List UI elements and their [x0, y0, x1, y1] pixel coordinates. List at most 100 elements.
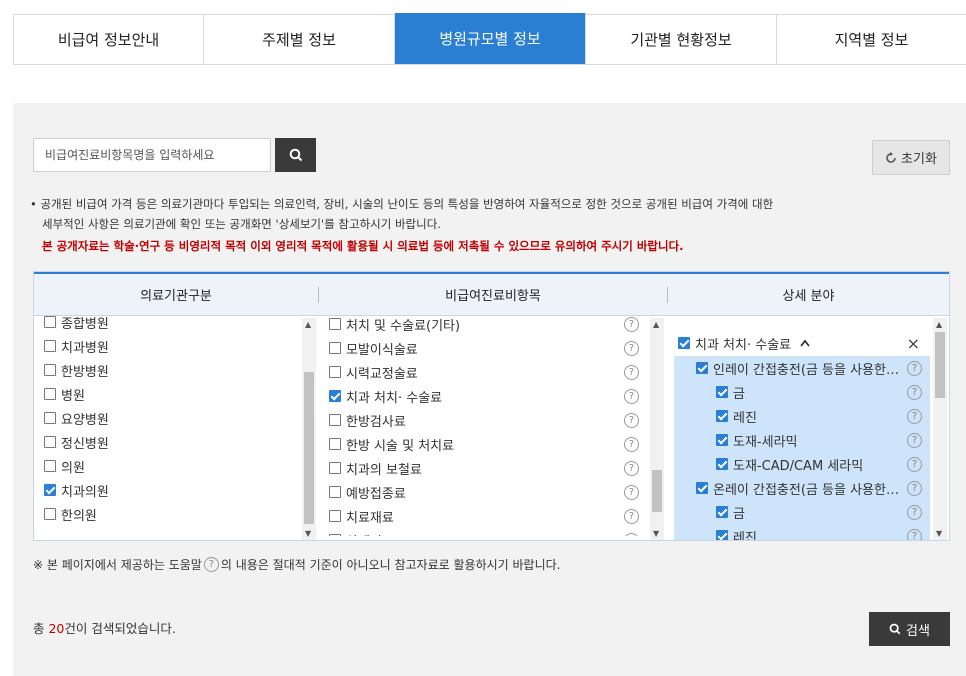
institution-item[interactable]: 요양병원: [44, 406, 299, 430]
institution-scrollbar[interactable]: ▲ ▼: [302, 318, 316, 540]
item-scrollbar[interactable]: ▲ ▼: [650, 318, 664, 540]
detail-row-main[interactable]: 온레이 간접충전(금 등을 사용한…: [696, 479, 899, 498]
nonpay-item[interactable]: 모발이식술료?: [329, 336, 639, 360]
checkbox[interactable]: [329, 414, 341, 426]
detail-row[interactable]: 레진?: [674, 404, 930, 428]
nonpay-item-main[interactable]: 치과 처치· 수술료: [329, 387, 442, 406]
tab-by-hospital-size[interactable]: 병원규모별 정보: [395, 13, 586, 64]
scroll-up-icon[interactable]: ▲: [305, 320, 311, 329]
scroll-down-icon[interactable]: ▼: [653, 529, 659, 538]
help-icon[interactable]: ?: [624, 340, 639, 356]
nonpay-item[interactable]: 예방접종료?: [329, 480, 639, 504]
checkbox[interactable]: [329, 534, 341, 536]
help-icon[interactable]: ?: [907, 432, 922, 448]
nonpay-item-main[interactable]: 예방접종료: [329, 483, 406, 502]
nonpay-item-main[interactable]: 시력교정술료: [329, 363, 418, 382]
nonpay-item-main[interactable]: 치과의 보철료: [329, 459, 422, 478]
detail-row[interactable]: 인레이 간접충전(금 등을 사용한…?: [674, 356, 930, 380]
nonpay-item-main[interactable]: 치료재료: [329, 507, 394, 526]
help-icon[interactable]: ?: [624, 484, 639, 500]
detail-row-main[interactable]: 도재-CAD/CAM 세라믹: [716, 455, 863, 474]
search-input[interactable]: 비급여진료비항목명을 입력하세요: [33, 138, 271, 172]
help-icon[interactable]: ?: [624, 508, 639, 524]
help-icon[interactable]: ?: [624, 460, 639, 476]
help-icon[interactable]: ?: [907, 504, 922, 520]
checkbox[interactable]: [329, 438, 341, 450]
nonpay-item[interactable]: 치료재료?: [329, 504, 639, 528]
close-icon[interactable]: ×: [907, 334, 920, 353]
institution-item[interactable]: 정신병원: [44, 430, 299, 454]
nonpay-item-main[interactable]: 한방검사료: [329, 411, 406, 430]
checkbox[interactable]: [716, 506, 728, 518]
detail-row[interactable]: 금?: [674, 380, 930, 404]
tab-by-topic[interactable]: 주제별 정보: [204, 15, 395, 64]
scroll-up-icon[interactable]: ▲: [936, 320, 942, 329]
institution-item[interactable]: 한의원: [44, 502, 299, 526]
checkbox[interactable]: [44, 484, 56, 496]
checkbox[interactable]: [44, 508, 56, 520]
help-icon[interactable]: ?: [907, 528, 922, 540]
nonpay-item[interactable]: 시력교정술료?: [329, 360, 639, 384]
institution-item[interactable]: 병원: [44, 382, 299, 406]
checkbox[interactable]: [696, 482, 708, 494]
checkbox[interactable]: [716, 386, 728, 398]
detail-row[interactable]: 도재-세라믹?: [674, 428, 930, 452]
nonpay-item-main[interactable]: 처치 및 수술료(기타): [329, 315, 460, 334]
checkbox[interactable]: [44, 436, 56, 448]
help-icon[interactable]: ?: [624, 388, 639, 404]
nonpay-item[interactable]: 치과 처치· 수술료?: [329, 384, 639, 408]
nonpay-item[interactable]: 한방검사료?: [329, 408, 639, 432]
detail-row-main[interactable]: 금: [716, 503, 745, 522]
help-icon[interactable]: ?: [907, 456, 922, 472]
detail-row-main[interactable]: 금: [716, 383, 745, 402]
help-icon[interactable]: ?: [907, 384, 922, 400]
checkbox[interactable]: [329, 390, 341, 402]
help-icon[interactable]: ?: [907, 480, 922, 496]
nonpay-item-main[interactable]: 약제비: [329, 531, 382, 536]
detail-row-main[interactable]: 인레이 간접충전(금 등을 사용한…: [696, 359, 899, 378]
nonpay-item[interactable]: 한방 시술 및 처치료?: [329, 432, 639, 456]
checkbox[interactable]: [329, 462, 341, 474]
detail-scrollbar[interactable]: ▲ ▼: [933, 318, 947, 540]
institution-item[interactable]: 종합병원: [44, 310, 299, 334]
help-icon[interactable]: ?: [624, 532, 639, 536]
scroll-thumb[interactable]: [935, 332, 945, 398]
checkbox[interactable]: [716, 410, 728, 422]
search-button[interactable]: 검색: [869, 612, 950, 646]
checkbox[interactable]: [44, 340, 56, 352]
nonpay-item-main[interactable]: 한방 시술 및 처치료: [329, 435, 454, 454]
scroll-down-icon[interactable]: ▼: [936, 529, 942, 538]
detail-row-main[interactable]: 레진: [716, 407, 757, 426]
checkbox[interactable]: [44, 316, 56, 328]
nonpay-item[interactable]: 약제비?: [329, 528, 639, 536]
checkbox[interactable]: [329, 342, 341, 354]
reset-button[interactable]: 초기화: [872, 140, 950, 175]
checkbox[interactable]: [44, 412, 56, 424]
tab-nonpay-info[interactable]: 비급여 정보안내: [13, 15, 204, 64]
nonpay-item[interactable]: 처치 및 수술료(기타)?: [329, 312, 639, 336]
nonpay-item-main[interactable]: 모발이식술료: [329, 339, 418, 358]
checkbox[interactable]: [329, 486, 341, 498]
checkbox[interactable]: [716, 458, 728, 470]
detail-group-header[interactable]: 치과 처치· 수술료 ×: [674, 330, 930, 356]
scroll-up-icon[interactable]: ▲: [653, 320, 659, 329]
checkbox[interactable]: [329, 510, 341, 522]
nonpay-item[interactable]: 치과의 보철료?: [329, 456, 639, 480]
tab-institution-status[interactable]: 기관별 현황정보: [586, 15, 777, 64]
detail-row[interactable]: 온레이 간접충전(금 등을 사용한…?: [674, 476, 930, 500]
help-icon[interactable]: ?: [624, 412, 639, 428]
checkbox[interactable]: [716, 434, 728, 446]
checkbox[interactable]: [696, 362, 708, 374]
help-icon[interactable]: ?: [624, 436, 639, 452]
detail-row[interactable]: 금?: [674, 500, 930, 524]
detail-row-main[interactable]: 레진: [716, 527, 757, 540]
tab-by-region[interactable]: 지역별 정보: [777, 15, 966, 64]
detail-row[interactable]: 레진?: [674, 524, 930, 540]
help-icon[interactable]: ?: [907, 360, 922, 376]
checkbox[interactable]: [329, 366, 341, 378]
institution-item[interactable]: 치과의원: [44, 478, 299, 502]
help-icon[interactable]: ?: [624, 364, 639, 380]
checkbox[interactable]: [678, 337, 690, 349]
help-icon[interactable]: ?: [907, 408, 922, 424]
detail-row[interactable]: 도재-CAD/CAM 세라믹?: [674, 452, 930, 476]
